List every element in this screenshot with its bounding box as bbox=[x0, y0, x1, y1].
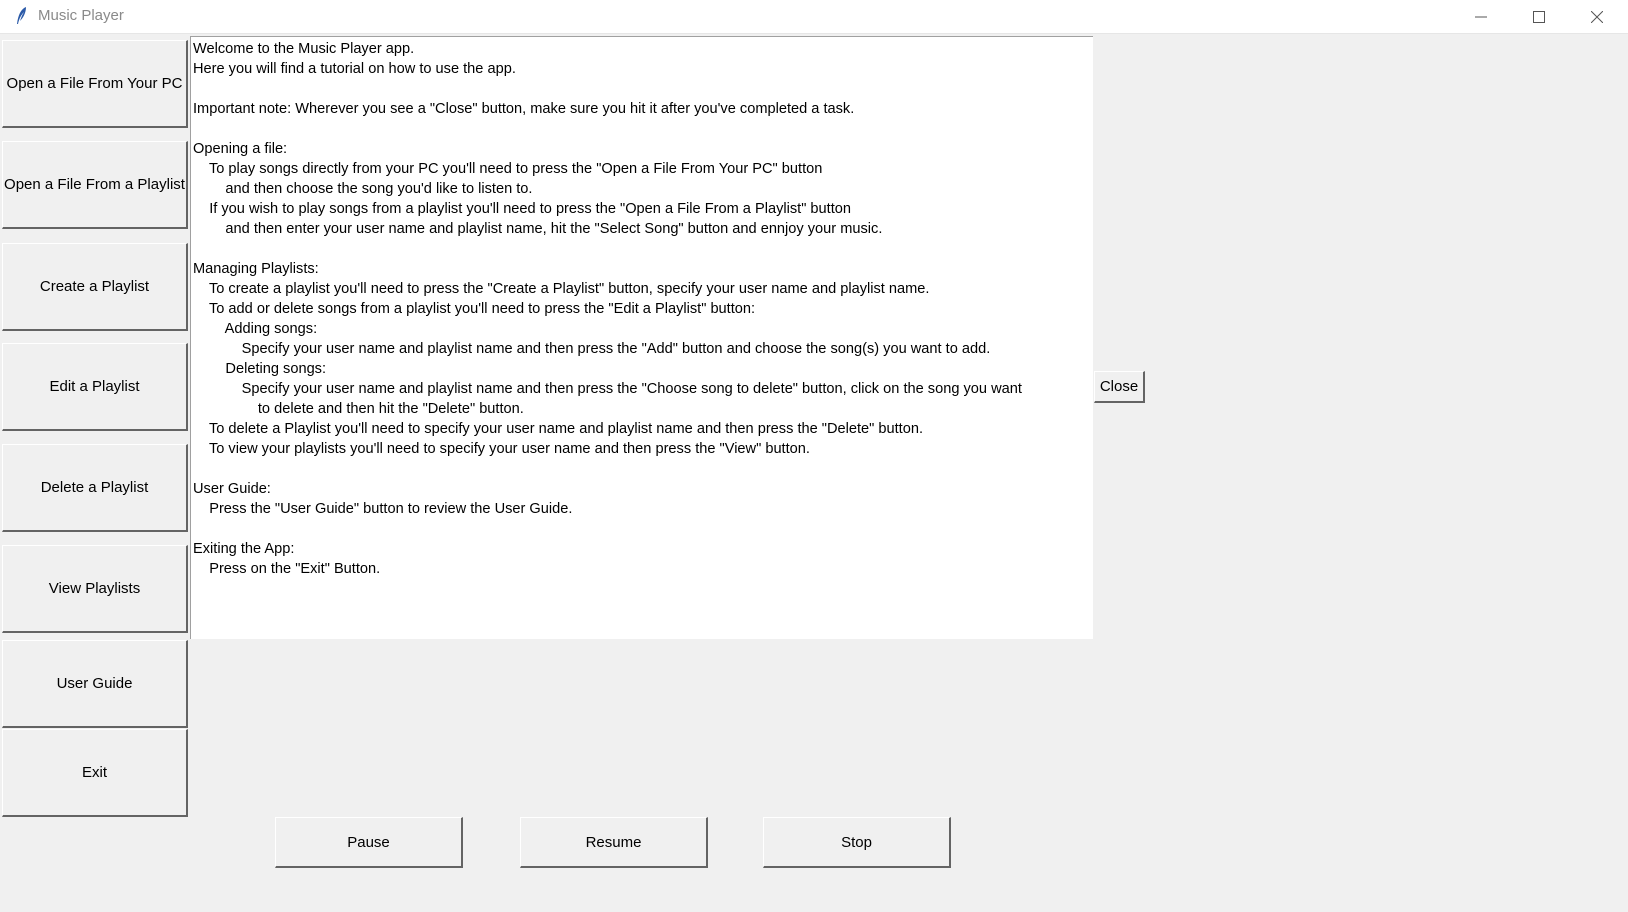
guide-line: to delete and then hit the "Delete" butt… bbox=[193, 401, 524, 417]
pause-button[interactable]: Pause bbox=[275, 817, 463, 868]
user-guide-text[interactable]: Welcome to the Music Player app. Here yo… bbox=[190, 36, 1093, 639]
guide-line: User Guide: bbox=[193, 481, 271, 497]
window-title: Music Player bbox=[38, 7, 124, 24]
user-guide-button[interactable]: User Guide bbox=[2, 640, 188, 728]
guide-line: To create a playlist you'll need to pres… bbox=[193, 281, 930, 297]
open-file-from-playlist-button[interactable]: Open a File From a Playlist bbox=[2, 141, 188, 229]
guide-line: Press the "User Guide" button to review … bbox=[193, 501, 573, 517]
title-bar: Music Player bbox=[0, 0, 1628, 34]
guide-line: Managing Playlists: bbox=[193, 261, 319, 277]
close-icon bbox=[1591, 10, 1603, 23]
edit-playlist-button[interactable]: Edit a Playlist bbox=[2, 343, 188, 431]
music-player-window: Music Player Open a File From Your PC Op… bbox=[0, 0, 1628, 912]
guide-line bbox=[193, 79, 1093, 99]
guide-line bbox=[193, 239, 1093, 259]
guide-line: To delete a Playlist you'll need to spec… bbox=[193, 421, 924, 437]
guide-line bbox=[193, 119, 1093, 139]
exit-button[interactable]: Exit bbox=[2, 729, 188, 817]
guide-line: and then enter your user name and playli… bbox=[193, 221, 883, 237]
feather-icon bbox=[13, 6, 31, 26]
guide-line: Welcome to the Music Player app. bbox=[193, 41, 415, 57]
guide-line: Important note: Wherever you see a "Clos… bbox=[193, 101, 855, 117]
guide-line: and then choose the song you'd like to l… bbox=[193, 181, 533, 197]
resume-button[interactable]: Resume bbox=[520, 817, 708, 868]
create-playlist-button[interactable]: Create a Playlist bbox=[2, 243, 188, 331]
guide-line: If you wish to play songs from a playlis… bbox=[193, 201, 852, 217]
guide-line: Specify your user name and playlist name… bbox=[193, 381, 1022, 397]
minimize-button[interactable] bbox=[1452, 0, 1510, 33]
open-file-from-pc-button[interactable]: Open a File From Your PC bbox=[2, 40, 188, 128]
guide-line bbox=[193, 459, 1093, 479]
guide-line: Press on the "Exit" Button. bbox=[193, 561, 381, 577]
guide-line bbox=[193, 519, 1093, 539]
guide-line: Exiting the App: bbox=[193, 541, 295, 557]
close-guide-button[interactable]: Close bbox=[1094, 371, 1145, 403]
maximize-button[interactable] bbox=[1510, 0, 1568, 33]
maximize-icon bbox=[1533, 10, 1545, 23]
close-window-button[interactable] bbox=[1568, 0, 1626, 33]
delete-playlist-button[interactable]: Delete a Playlist bbox=[2, 444, 188, 532]
view-playlists-button[interactable]: View Playlists bbox=[2, 545, 188, 633]
guide-line: To play songs directly from your PC you'… bbox=[193, 161, 823, 177]
guide-line: Deleting songs: bbox=[193, 361, 327, 377]
guide-line: Opening a file: bbox=[193, 141, 288, 157]
guide-line: To add or delete songs from a playlist y… bbox=[193, 301, 756, 317]
guide-line: Adding songs: bbox=[193, 321, 318, 337]
guide-line: Here you will find a tutorial on how to … bbox=[193, 61, 516, 77]
guide-line: Specify your user name and playlist name… bbox=[193, 341, 991, 357]
stop-button[interactable]: Stop bbox=[763, 817, 951, 868]
minimize-icon bbox=[1475, 11, 1487, 23]
guide-line: To view your playlists you'll need to sp… bbox=[193, 441, 810, 457]
